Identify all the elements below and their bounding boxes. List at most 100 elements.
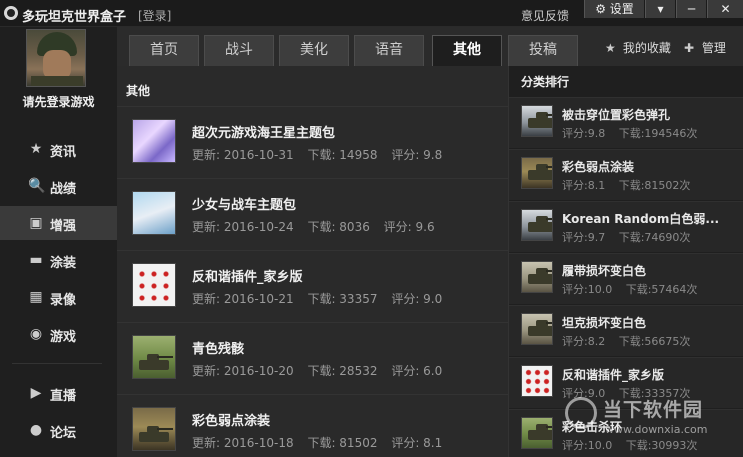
ranking-item[interactable]: 被击穿位置彩色弹孔 评分:9.8 下载:194546次 — [509, 97, 743, 148]
item-rating: 评分: 8.1 — [391, 436, 443, 450]
sidebar-item-live[interactable]: ▶ 直播 — [0, 376, 117, 410]
item-title[interactable]: 彩色弱点涂装 — [192, 410, 270, 429]
ranking-item-meta: 评分:9.8 下载:194546次 — [562, 125, 707, 141]
item-rating: 评分: 9.8 — [391, 148, 443, 162]
manage-label: 管理 — [701, 41, 726, 55]
item-downloads: 下载: 14958 — [307, 148, 378, 162]
badge-grid-icon — [524, 368, 550, 394]
settings-button[interactable]: ⚙ 设置 — [584, 0, 644, 18]
avatar[interactable] — [26, 29, 86, 87]
play-icon: ▶ — [30, 385, 42, 401]
chat-bubble-icon: ● — [29, 422, 43, 438]
ranking-thumbnail[interactable] — [521, 105, 553, 137]
ranking-item-meta: 评分:10.0 下载:57464次 — [562, 281, 707, 297]
item-update-date: 更新: 2016-10-21 — [192, 292, 294, 306]
sidebar-item-skins[interactable]: ▬ 涂装 — [0, 243, 117, 277]
puzzle-icon: ✚ — [684, 41, 695, 55]
sidebar-divider — [12, 363, 102, 364]
minimize-button[interactable]: ─ — [676, 0, 706, 18]
sidebar-item-label: 增强 — [50, 219, 77, 234]
login-prompt[interactable]: 请先登录游戏 — [0, 93, 117, 110]
section-title: 其他 — [126, 84, 151, 98]
item-downloads: 下载: 8036 — [307, 220, 370, 234]
ranking-item[interactable]: Korean Random白色弱... 评分:9.7 下载:74690次 — [509, 201, 743, 252]
ranking-item[interactable]: 彩色弱点涂装 评分:8.1 下载:81502次 — [509, 149, 743, 200]
list-item[interactable]: 青色残骸 更新: 2016-10-20 下载: 28532 评分: 6.0 — [117, 322, 508, 394]
login-link[interactable]: [登录] — [138, 7, 171, 24]
ranking-item-name[interactable]: 履带损坏变白色 — [562, 262, 740, 279]
close-button[interactable]: ✕ — [707, 0, 743, 18]
tank-icon — [139, 354, 173, 370]
tank-icon — [528, 216, 552, 232]
ranking-item[interactable]: 坦克损坏变白色 评分:8.2 下载:56675次 — [509, 305, 743, 356]
ranking-thumbnail[interactable] — [521, 365, 553, 397]
ranking-item-downloads: 下载:56675次 — [618, 335, 691, 348]
tab-battle[interactable]: 战斗 — [204, 35, 274, 66]
item-rating: 评分: 9.0 — [391, 292, 443, 306]
ranking-thumbnail[interactable] — [521, 261, 553, 293]
list-item[interactable]: 少女与战车主题包 更新: 2016-10-24 下载: 8036 评分: 9.6 — [117, 178, 508, 250]
item-title[interactable]: 超次元游戏海王星主题包 — [192, 122, 335, 141]
ranking-title: 分类排行 — [521, 75, 570, 89]
ranking-thumbnail[interactable] — [521, 417, 553, 449]
item-rating: 评分: 9.6 — [383, 220, 435, 234]
sidebar-item-stats[interactable]: 🔍 战绩 — [0, 169, 117, 203]
ranking-thumbnail[interactable] — [521, 157, 553, 189]
tab-home[interactable]: 首页 — [129, 35, 199, 66]
list-item[interactable]: 反和谐插件_家乡版 更新: 2016-10-21 下载: 33357 评分: 9… — [117, 250, 508, 322]
ranking-item-downloads: 下载:74690次 — [618, 231, 691, 244]
sidebar-item-replays[interactable]: ▦ 录像 — [0, 280, 117, 314]
toolbox-icon: ▣ — [29, 215, 43, 231]
tank-icon — [528, 424, 552, 440]
feedback-link[interactable]: 意见反馈 — [521, 7, 569, 24]
ranking-item[interactable]: 履带损坏变白色 评分:10.0 下载:57464次 — [509, 253, 743, 304]
watermark: 当下软件园 www.downxia.com — [565, 395, 740, 450]
item-title[interactable]: 少女与战车主题包 — [192, 194, 296, 213]
item-meta: 更新: 2016-10-24 下载: 8036 评分: 9.6 — [192, 218, 445, 235]
ranking-thumbnail[interactable] — [521, 209, 553, 241]
title-bar: 多玩坦克世界盒子 [登录] 意见反馈 ⚙ 设置 ▾ ─ ✕ — [0, 0, 743, 27]
item-title[interactable]: 青色残骸 — [192, 338, 244, 357]
ranking-item-name[interactable]: Korean Random白色弱... — [562, 210, 740, 227]
content-list: 其他 超次元游戏海王星主题包 更新: 2016-10-31 下载: 14958 … — [117, 66, 508, 457]
item-thumbnail[interactable] — [132, 119, 176, 163]
favorites-button[interactable]: ★ 我的收藏 — [605, 39, 671, 56]
sidebar-item-news[interactable]: ★ 资讯 — [0, 132, 117, 166]
menu-dropdown-button[interactable]: ▾ — [645, 0, 675, 18]
ranking-item-name[interactable]: 被击穿位置彩色弹孔 — [562, 106, 740, 123]
sidebar-item-forum[interactable]: ● 论坛 — [0, 413, 117, 447]
list-item[interactable]: 超次元游戏海王星主题包 更新: 2016-10-31 下载: 14958 评分:… — [117, 106, 508, 178]
list-item[interactable]: 彩色弱点涂装 更新: 2016-10-18 下载: 81502 评分: 8.1 — [117, 394, 508, 457]
sidebar-item-label: 直播 — [50, 389, 77, 404]
ranking-item-downloads: 下载:194546次 — [618, 127, 698, 140]
item-meta: 更新: 2016-10-20 下载: 28532 评分: 6.0 — [192, 362, 452, 379]
item-thumbnail[interactable] — [132, 407, 176, 451]
tab-other[interactable]: 其他 — [432, 35, 502, 67]
tab-beautify[interactable]: 美化 — [279, 35, 349, 66]
ranking-item-name[interactable]: 彩色弱点涂装 — [562, 158, 740, 175]
sidebar-item-enhance[interactable]: ▣ 增强 — [0, 206, 117, 240]
item-meta: 更新: 2016-10-31 下载: 14958 评分: 9.8 — [192, 146, 452, 163]
item-thumbnail[interactable] — [132, 191, 176, 235]
tab-submit[interactable]: 投稿 — [508, 35, 578, 66]
tab-voice[interactable]: 语音 — [354, 35, 424, 66]
ranking-item-rating: 评分:9.8 — [562, 127, 606, 140]
sidebar-item-label: 游戏 — [50, 330, 77, 345]
manage-button[interactable]: ✚ 管理 — [684, 39, 726, 56]
item-thumbnail[interactable] — [132, 335, 176, 379]
sidebar-item-label: 战绩 — [50, 182, 77, 197]
ranking-thumbnail[interactable] — [521, 313, 553, 345]
watermark-text: 当下软件园 — [603, 399, 704, 421]
ranking-item-name[interactable]: 反和谐插件_家乡版 — [562, 366, 740, 383]
sidebar-item-label: 录像 — [50, 293, 77, 308]
ranking-item-name[interactable]: 坦克损坏变白色 — [562, 314, 740, 331]
tank-icon — [528, 164, 552, 180]
item-thumbnail[interactable] — [132, 263, 176, 307]
tank-icon: ▬ — [29, 252, 43, 268]
item-meta: 更新: 2016-10-18 下载: 81502 评分: 8.1 — [192, 434, 452, 451]
item-title[interactable]: 反和谐插件_家乡版 — [192, 266, 303, 285]
sidebar-item-games[interactable]: ◉ 游戏 — [0, 317, 117, 351]
app-title: 多玩坦克世界盒子 — [22, 10, 127, 25]
star-icon: ★ — [29, 141, 43, 157]
item-downloads: 下载: 81502 — [307, 436, 378, 450]
